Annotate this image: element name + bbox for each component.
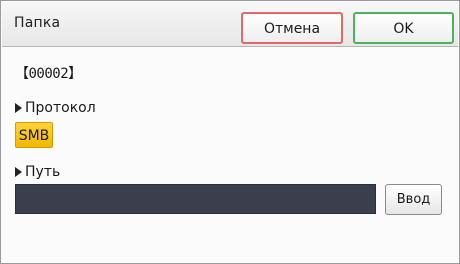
protocol-smb-button[interactable]: SMB [15,122,53,148]
dialog-header: Папка Отмена OK [2,2,458,47]
protocol-label-row: Протокол [15,100,96,116]
triangle-right-icon [15,103,22,113]
folder-code: 【00002】 [15,66,82,82]
enter-button[interactable]: Ввод [385,184,442,215]
protocol-label: Протокол [25,100,96,116]
path-label: Путь [25,164,61,180]
cancel-button[interactable]: Отмена [241,12,343,44]
triangle-right-icon [15,167,22,177]
dialog-title: Папка [14,15,61,31]
ok-button[interactable]: OK [353,12,454,44]
path-label-row: Путь [15,164,60,180]
path-input[interactable] [15,184,376,214]
folder-dialog: Папка Отмена OK 【00002】 Протокол SMB Пут… [0,0,460,264]
